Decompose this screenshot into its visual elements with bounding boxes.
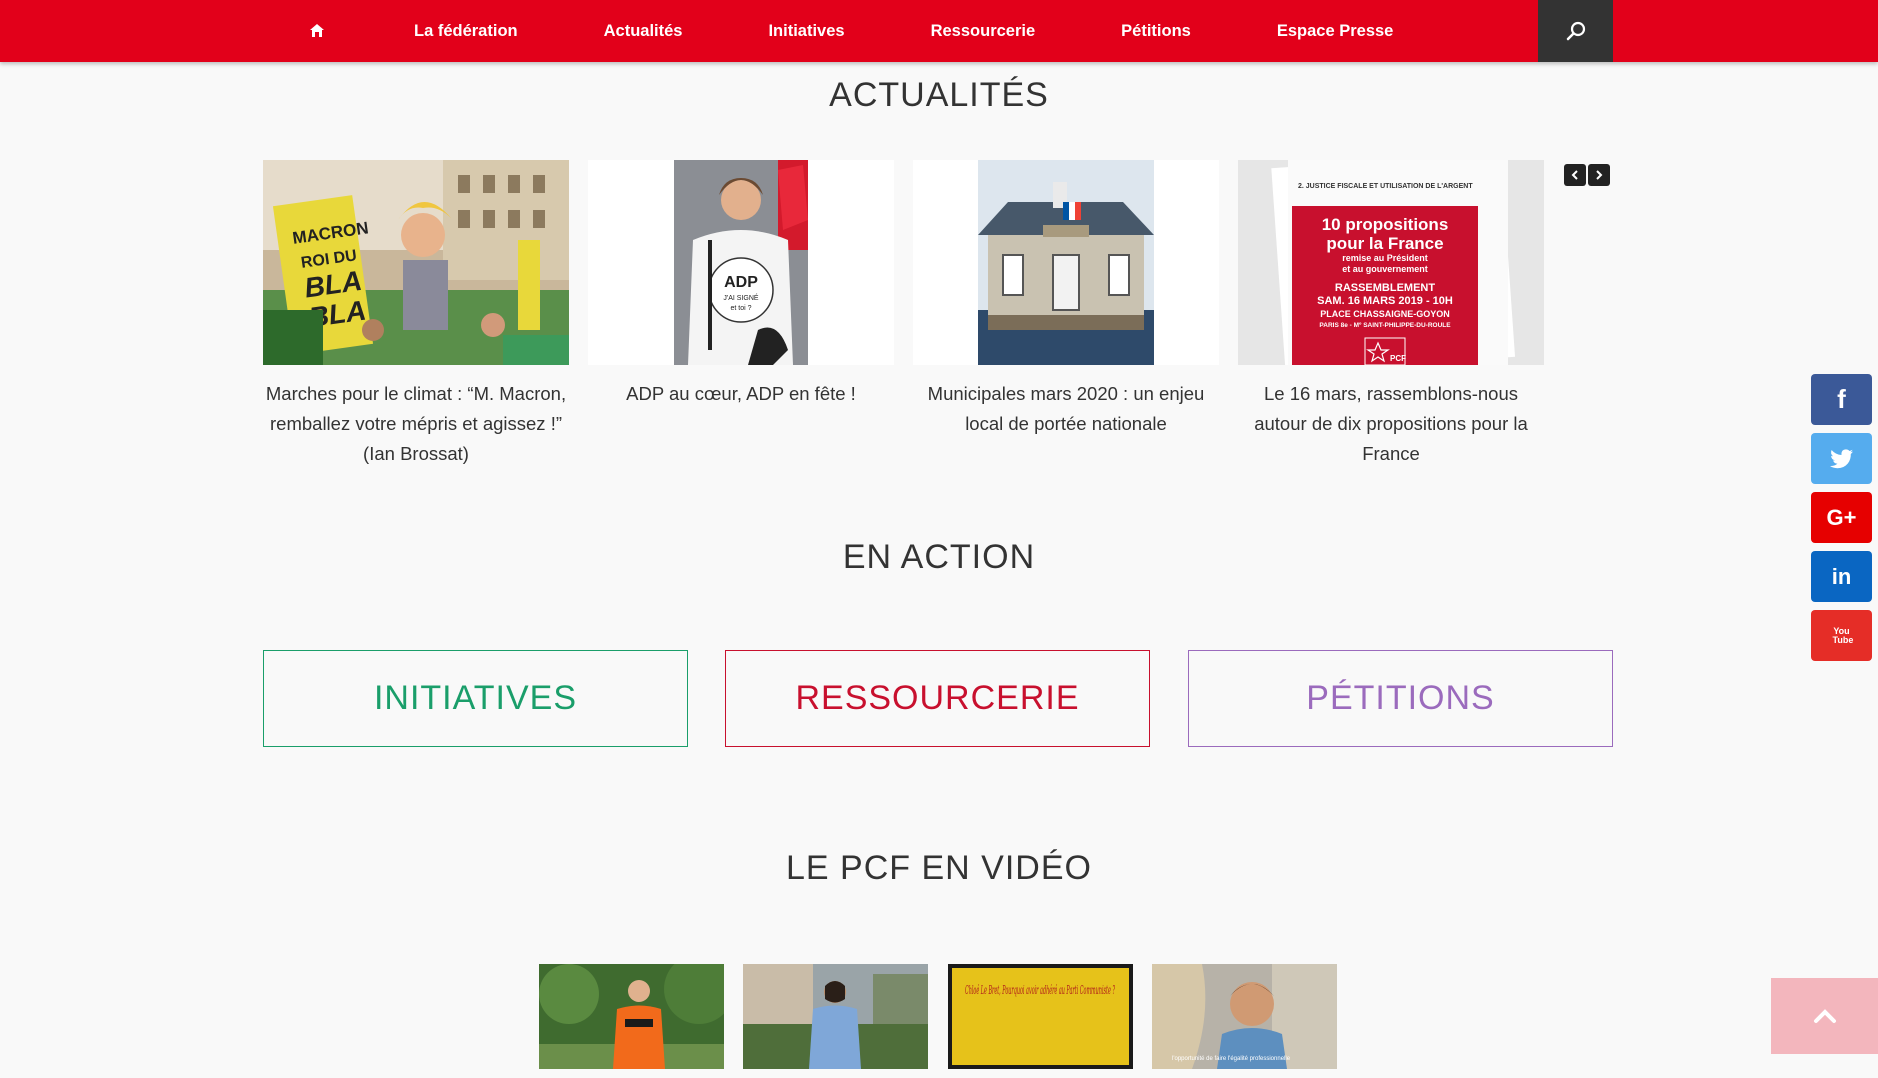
chevron-right-icon	[1596, 170, 1603, 180]
news-image-propositions[interactable]: 2. JUSTICE FISCALE ET UTILISATION DE L'A…	[1238, 160, 1544, 365]
actualites-title: ACTUALITÉS	[829, 76, 1049, 114]
news-title[interactable]: ADP au cœur, ADP en fête !	[588, 379, 894, 409]
carousel-next-button[interactable]	[1588, 164, 1610, 186]
video-thumbnail[interactable]	[743, 964, 928, 1069]
poster-text: PARIS 8e - Mº SAINT-PHILIPPE-DU-ROULE	[1319, 322, 1451, 329]
news-card[interactable]: 2. JUSTICE FISCALE ET UTILISATION DE L'A…	[1238, 160, 1544, 469]
shirt-text-line: J'AI SIGNÉ	[723, 293, 759, 302]
video-caption: Chloé Le Bret, Pourquoi avoir adhéré au …	[965, 983, 1115, 997]
poster-text: remise au Président	[1342, 253, 1428, 263]
nav-item-espace-presse[interactable]: Espace Presse	[1234, 0, 1437, 62]
nav-item-ressourcerie[interactable]: Ressourcerie	[888, 0, 1079, 62]
news-card[interactable]: Municipales mars 2020 : un enjeu local d…	[913, 160, 1219, 439]
video-thumbnail[interactable]: Chloé Le Bret, Pourquoi avoir adhéré au …	[948, 964, 1133, 1069]
poster-text: 2. JUSTICE FISCALE ET UTILISATION DE L'A…	[1298, 183, 1473, 190]
carousel-controls	[1564, 164, 1610, 186]
back-to-top-button[interactable]	[1771, 978, 1878, 1054]
search-icon	[1566, 21, 1585, 41]
poster-text: RASSEMBLEMENT	[1335, 282, 1436, 294]
nav-item-actualites[interactable]: Actualités	[561, 0, 726, 62]
youtube-icon: You Tube	[1832, 625, 1854, 645]
facebook-icon: f	[1837, 384, 1846, 414]
poster-text: SAM. 16 MARS 2019 - 10H	[1317, 295, 1453, 307]
nav-item-petitions[interactable]: Pétitions	[1078, 0, 1234, 62]
chevron-up-icon	[1813, 1009, 1836, 1023]
en-action-title: EN ACTION	[842, 538, 1036, 576]
twitter-share-button[interactable]	[1811, 433, 1872, 484]
nav-item-initiatives[interactable]: Initiatives	[725, 0, 887, 62]
videos-title: LE PCF EN VIDÉO	[786, 849, 1092, 887]
shirt-text-line: ADP	[724, 274, 758, 291]
poster-text: et au gouvernement	[1342, 264, 1428, 274]
facebook-share-button[interactable]: f	[1811, 374, 1872, 425]
news-image-climate-march[interactable]: MACRON ROI DU BLA BLA	[263, 160, 569, 365]
news-title[interactable]: Le 16 mars, rassemblons-nous autour de d…	[1238, 379, 1544, 469]
youtube-share-button[interactable]: You Tube	[1811, 610, 1872, 661]
news-image-adp[interactable]: ADP J'AI SIGNÉ et toi ?	[588, 160, 894, 365]
google-plus-share-button[interactable]: G+	[1811, 492, 1872, 543]
initiatives-button[interactable]: INITIATIVES	[263, 650, 688, 747]
petitions-button[interactable]: PÉTITIONS	[1188, 650, 1613, 747]
shirt-text-line: et toi ?	[730, 305, 751, 312]
google-plus-icon: G+	[1826, 504, 1857, 530]
video-caption: l'opportunité de faire l'égalité profess…	[1172, 1056, 1291, 1062]
twitter-icon	[1829, 448, 1853, 468]
carousel-prev-button[interactable]	[1564, 164, 1586, 186]
linkedin-share-button[interactable]: in	[1811, 551, 1872, 602]
poster-text: pour la France	[1326, 234, 1443, 253]
nav-item-federation[interactable]: La fédération	[371, 0, 561, 62]
news-title[interactable]: Marches pour le climat : “M. Macron, rem…	[263, 379, 569, 469]
linkedin-icon: in	[1831, 563, 1852, 589]
news-card[interactable]: ADP J'AI SIGNÉ et toi ? ADP au cœur, ADP…	[588, 160, 894, 409]
video-thumbnail[interactable]	[539, 964, 724, 1069]
news-image-mairie[interactable]	[913, 160, 1219, 365]
home-link[interactable]	[263, 0, 371, 62]
chevron-left-icon	[1571, 170, 1578, 180]
ressourcerie-button[interactable]: RESSOURCERIE	[725, 650, 1150, 747]
video-thumbnail[interactable]: l'opportunité de faire l'égalité profess…	[1152, 964, 1337, 1069]
poster-text: PCF	[1390, 354, 1406, 363]
nav-inner: La fédération Actualités Initiatives Res…	[263, 0, 1613, 62]
main-navigation: La fédération Actualités Initiatives Res…	[0, 0, 1878, 62]
poster-text: PLACE CHASSAIGNE-GOYON	[1320, 309, 1450, 319]
news-card[interactable]: MACRON ROI DU BLA BLA Marches pour le cl…	[263, 160, 569, 469]
home-icon	[310, 24, 324, 37]
news-title[interactable]: Municipales mars 2020 : un enjeu local d…	[913, 379, 1219, 439]
search-button[interactable]	[1538, 0, 1613, 62]
poster-text: 10 propositions	[1322, 215, 1449, 234]
